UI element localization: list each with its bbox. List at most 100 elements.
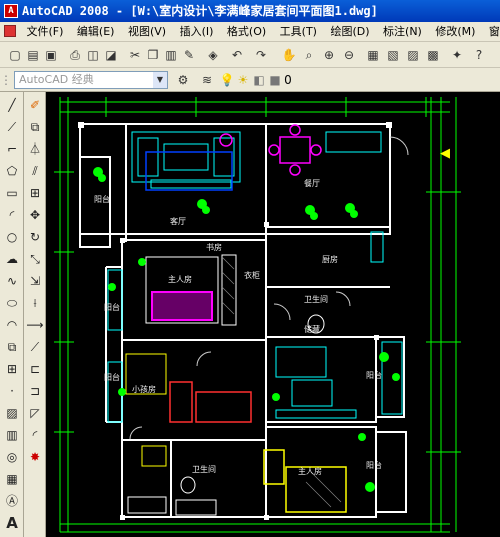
offset-icon[interactable]: ⫽ [26, 162, 44, 180]
point-icon[interactable]: · [3, 382, 21, 400]
room-label-master-suite: 主人房 [298, 467, 322, 476]
room-label-balcony-1: 阳台 [94, 195, 110, 204]
chevron-down-icon[interactable]: ▼ [153, 72, 167, 88]
autocad-app-icon[interactable]: A [4, 4, 18, 18]
line-icon[interactable]: ╱ [3, 96, 21, 114]
drawing-canvas[interactable]: 阳台 客厅 餐厅 厨房 主人房 衣柜 阳台 阳台 小孩房 卫生间 卫生间 主人房… [46, 92, 500, 537]
workspace-settings-icon[interactable]: ⚙ [174, 71, 192, 89]
explode-icon[interactable]: ✸ [26, 448, 44, 466]
open-file-icon[interactable]: ▤ [24, 46, 42, 64]
publish-icon[interactable]: ◪ [102, 46, 120, 64]
menu-modify[interactable]: 修改(M) [430, 22, 480, 41]
construction-line-icon[interactable]: ⟋ [3, 118, 21, 136]
menu-file[interactable]: 文件(F) [22, 22, 69, 41]
print-icon[interactable]: ⎙ [66, 46, 84, 64]
sheet-set-icon[interactable]: ▩ [424, 46, 442, 64]
array-icon[interactable]: ⊞ [26, 184, 44, 202]
plants [93, 167, 400, 492]
room-label-balcony-3: 阳台 [104, 373, 120, 382]
properties-icon[interactable]: ▦ [364, 46, 382, 64]
save-icon[interactable]: ▣ [42, 46, 60, 64]
layer-manager-icon[interactable]: ≋ [198, 71, 216, 89]
join-icon[interactable]: ⊐ [26, 382, 44, 400]
menu-edit[interactable]: 编辑(E) [72, 22, 120, 41]
rotate-icon[interactable]: ↻ [26, 228, 44, 246]
break-at-point-icon[interactable]: ⟋ [26, 338, 44, 356]
polyline-icon[interactable]: ⌐ [3, 140, 21, 158]
ellipse-arc-icon[interactable]: ◠ [3, 316, 21, 334]
room-label-balcony-2: 阳台 [104, 303, 120, 312]
stretch-icon[interactable]: ⇲ [26, 272, 44, 290]
polygon-icon[interactable]: ⬠ [3, 162, 21, 180]
text-tool-icon[interactable]: A [3, 514, 21, 532]
room-label-bath-1: 卫生间 [192, 465, 216, 474]
toolbar-grip-icon[interactable]: ⋮ [0, 71, 12, 89]
sofa-set [131, 131, 241, 189]
match-properties-icon[interactable]: ✎ [180, 46, 198, 64]
chamfer-icon[interactable]: ◸ [26, 404, 44, 422]
menu-format[interactable]: 格式(O) [222, 22, 271, 41]
draw-toolbar: ╱ ⟋ ⌐ ⬠ ▭ ◜ ○ ☁ ∿ ⬭ ◠ ⧉ ⊞ · ▨ ▥ ◎ ▦ Ⓐ A [0, 92, 24, 537]
markup-icon[interactable]: ✦ [448, 46, 466, 64]
fillet-icon[interactable]: ◜ [26, 426, 44, 444]
redo-icon[interactable]: ↷ [252, 46, 270, 64]
layer-name[interactable]: 0 [282, 71, 294, 89]
ellipse-icon[interactable]: ⬭ [3, 294, 21, 312]
cut-icon[interactable]: ✂ [126, 46, 144, 64]
zoom-window-icon[interactable]: ⊕ [320, 46, 338, 64]
circle-icon[interactable]: ○ [3, 228, 21, 246]
scale-icon[interactable]: ⤡ [26, 250, 44, 268]
floor-plan-drawing [54, 97, 461, 533]
revision-cloud-icon[interactable]: ☁ [3, 250, 21, 268]
multiline-text-icon[interactable]: Ⓐ [3, 492, 21, 510]
mirror-icon[interactable]: ⏃ [26, 140, 44, 158]
menu-bar: 文件(F) 编辑(E) 视图(V) 插入(I) 格式(O) 工具(T) 绘图(D… [0, 22, 500, 42]
region-icon[interactable]: ◎ [3, 448, 21, 466]
arc-icon[interactable]: ◜ [3, 206, 21, 224]
undo-icon[interactable]: ↶ [228, 46, 246, 64]
menu-insert[interactable]: 插入(I) [175, 22, 219, 41]
help-icon[interactable]: ? [470, 46, 488, 64]
master-bed [151, 291, 213, 321]
zoom-previous-icon[interactable]: ⊖ [340, 46, 358, 64]
room-label-kids-room: 小孩房 [132, 385, 156, 394]
workspace-dropdown[interactable]: AutoCAD 经典 ▼ [14, 71, 168, 89]
menu-view[interactable]: 视图(V) [123, 22, 171, 41]
spline-icon[interactable]: ∿ [3, 272, 21, 290]
title-bar: A AutoCAD 2008 - [W:\室内设计\李满峰家居套间平面图1.dw… [0, 0, 500, 22]
bathroom-fixtures [127, 314, 325, 516]
menu-tools[interactable]: 工具(T) [275, 22, 322, 41]
room-label-kitchen: 厨房 [322, 255, 338, 264]
block-editor-icon[interactable]: ◈ [204, 46, 222, 64]
pan-icon[interactable]: ✋ [280, 46, 298, 64]
table-icon[interactable]: ▦ [3, 470, 21, 488]
break-icon[interactable]: ⊏ [26, 360, 44, 378]
kitchen-counter [325, 131, 384, 263]
move-icon[interactable]: ✥ [26, 206, 44, 224]
dimension-lines [54, 97, 461, 533]
erase-icon[interactable]: ✐ [26, 96, 44, 114]
gradient-icon[interactable]: ▥ [3, 426, 21, 444]
document-icon[interactable] [4, 25, 16, 37]
room-label-living-room: 客厅 [170, 217, 186, 226]
extend-icon[interactable]: ⟶ [26, 316, 44, 334]
menu-dimension[interactable]: 标注(N) [378, 22, 427, 41]
trim-icon[interactable]: ⟊ [26, 294, 44, 312]
room-label-storage: 储藏 [304, 325, 320, 334]
hatch-icon[interactable]: ▨ [3, 404, 21, 422]
make-block-icon[interactable]: ⊞ [3, 360, 21, 378]
new-file-icon[interactable]: ▢ [6, 46, 24, 64]
zoom-realtime-icon[interactable]: ⌕ [300, 46, 318, 64]
paste-icon[interactable]: ▥ [162, 46, 180, 64]
design-center-icon[interactable]: ▧ [384, 46, 402, 64]
menu-draw[interactable]: 绘图(D) [325, 22, 374, 41]
tool-palettes-icon[interactable]: ▨ [404, 46, 422, 64]
insert-block-icon[interactable]: ⧉ [3, 338, 21, 356]
copy-object-icon[interactable]: ⧉ [26, 118, 44, 136]
rectangle-icon[interactable]: ▭ [3, 184, 21, 202]
menu-window[interactable]: 窗口(W) [484, 22, 500, 41]
room-label-study: 书房 [206, 243, 222, 252]
print-preview-icon[interactable]: ◫ [84, 46, 102, 64]
copy-icon[interactable]: ❐ [144, 46, 162, 64]
room-label-closet: 衣柜 [244, 271, 260, 280]
